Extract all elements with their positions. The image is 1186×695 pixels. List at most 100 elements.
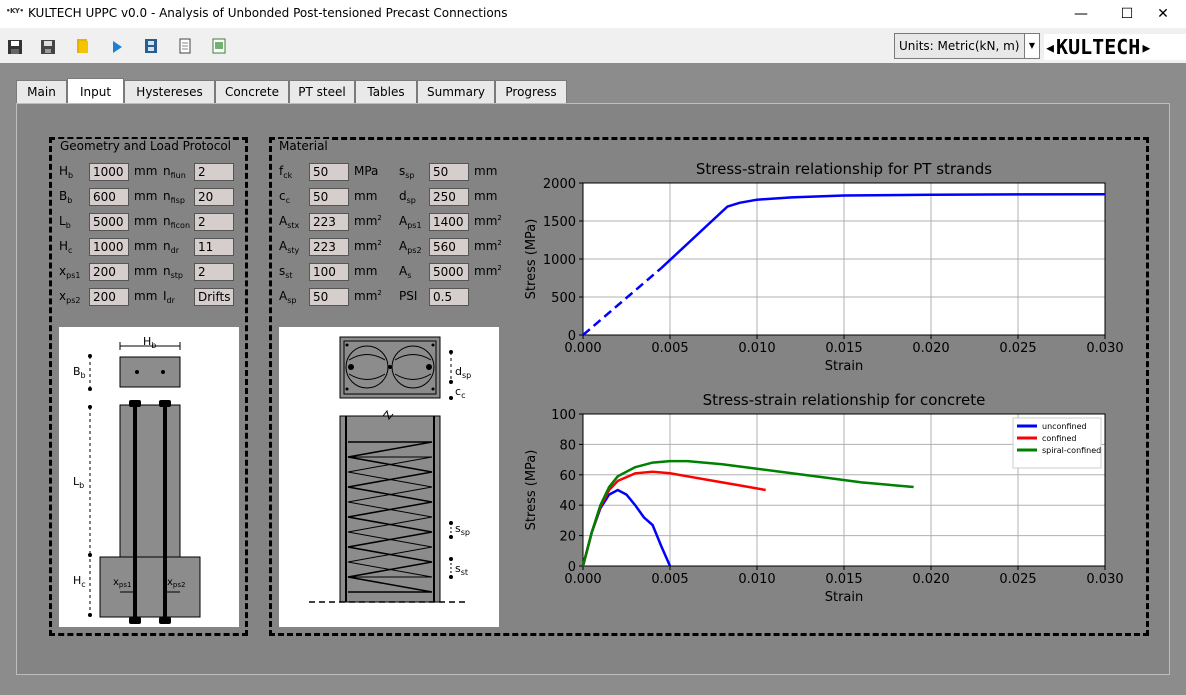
mat-input-4-a[interactable]: 100 [309, 263, 349, 281]
geo-input-5-b[interactable]: Drifts [194, 288, 234, 306]
geo-unit-4: mm [134, 264, 158, 278]
geo-unit-0: mm [134, 164, 158, 178]
x-tick-label: 0.015 [825, 341, 862, 356]
legend-entry: spiral-confined [1042, 446, 1101, 455]
mat-input-1-b[interactable]: 250 [429, 188, 469, 206]
y-tick-label: 100 [551, 408, 576, 423]
mat-input-4-b[interactable]: 5000 [429, 263, 469, 281]
mat-input-0-a[interactable]: 50 [309, 163, 349, 181]
mat-input-2-b[interactable]: 1400 [429, 213, 469, 231]
geo-input-3-a[interactable]: 1000 [89, 238, 129, 256]
chevron-down-icon[interactable]: ▼ [1024, 34, 1039, 58]
ssp-label: ssp [455, 522, 470, 537]
geo-input-2-b[interactable]: 2 [194, 213, 234, 231]
chart-title: Stress-strain relationship for PT strand… [696, 160, 992, 178]
x-tick-label: 0.010 [738, 572, 775, 587]
x-tick-label: 0.030 [1086, 341, 1123, 356]
mat-unit-4-a: mm [354, 264, 378, 278]
geo-input-4-b[interactable]: 2 [194, 263, 234, 281]
kultech-logo: ◂KULTECH▸ [1044, 34, 1186, 60]
geo-input-0-b[interactable]: 2 [194, 163, 234, 181]
mat-label-1-b: dsp [399, 189, 416, 205]
mat-input-3-b[interactable]: 560 [429, 238, 469, 256]
mat-input-0-b[interactable]: 50 [429, 163, 469, 181]
column-geometry-drawing: Hb Bb Lb Hc xps1 xps2 [59, 327, 239, 627]
close-button[interactable]: ✕ [1140, 0, 1186, 28]
geo-unit-2: mm [134, 214, 158, 228]
x-tick-label: 0.010 [738, 341, 775, 356]
x-tick-label: 0.015 [825, 572, 862, 587]
mat-label-3-a: Asty [279, 239, 300, 255]
geo-label-0: Hb [59, 164, 74, 180]
geo-unit-1: mm [134, 189, 158, 203]
geo-input-4-a[interactable]: 200 [89, 263, 129, 281]
legend-entry: unconfined [1042, 422, 1087, 431]
x-tick-label: 0.025 [999, 572, 1036, 587]
tab-concrete[interactable]: Concrete [215, 80, 289, 103]
mat-label-5-b: PSI [399, 289, 418, 303]
y-tick-label: 500 [551, 291, 576, 306]
x-tick-label: 0.005 [651, 572, 688, 587]
open-folder-icon[interactable] [75, 38, 91, 54]
hc-label: Hc [73, 574, 86, 589]
bb-label: Bb [73, 365, 86, 380]
geo-input-0-a[interactable]: 1000 [89, 163, 129, 181]
tab-hystereses[interactable]: Hystereses [124, 80, 215, 103]
cc-label: cc [455, 385, 465, 400]
tab-input[interactable]: Input [67, 78, 124, 103]
y-tick-label: 80 [559, 438, 576, 453]
mat-input-2-a[interactable]: 223 [309, 213, 349, 231]
mat-input-3-a[interactable]: 223 [309, 238, 349, 256]
mat-label-0-a: fck [279, 164, 293, 180]
mat-label-3-b: Aps2 [399, 239, 422, 255]
geo-label-5: xps2 [59, 289, 81, 305]
geo-label-1: Bb [59, 189, 73, 205]
geo-label-2: Lb [59, 214, 71, 230]
save-as-icon[interactable] [40, 39, 56, 55]
pt-strand-chart: Stress-strain relationship for PT strand… [524, 160, 1124, 374]
y-tick-label: 0 [568, 329, 576, 344]
geo-input-1-a[interactable]: 600 [89, 188, 129, 206]
mat-label-1-a: cc [279, 189, 291, 205]
save-icon[interactable] [7, 39, 23, 55]
tab-progress[interactable]: Progress [495, 80, 567, 103]
units-value: Units: Metric(kN, m) [899, 39, 1020, 53]
mat-input-5-b[interactable]: 0.5 [429, 288, 469, 306]
report-icon[interactable] [211, 38, 227, 54]
y-axis-label: Stress (MPa) [524, 450, 539, 531]
sst-label: sst [455, 562, 468, 577]
mat-label-5-a: Asp [279, 289, 297, 305]
run-icon[interactable] [109, 39, 125, 55]
geo-label-2-b: nficon [163, 214, 191, 230]
x-tick-label: 0.030 [1086, 572, 1123, 587]
tab-main[interactable]: Main [16, 80, 67, 103]
geo-input-5-a[interactable]: 200 [89, 288, 129, 306]
mat-unit-1-b: mm [474, 189, 498, 203]
x-tick-label: 0.005 [651, 341, 688, 356]
units-select[interactable]: Units: Metric(kN, m) ▼ [894, 33, 1040, 59]
film-icon[interactable] [143, 38, 159, 54]
tab-tables[interactable]: Tables [355, 80, 417, 103]
window-title: KULTECH UPPC v0.0 - Analysis of Unbonded… [28, 6, 508, 20]
dsp-label: dsp [455, 365, 471, 380]
geo-label-3: Hc [59, 239, 73, 255]
mat-input-5-a[interactable]: 50 [309, 288, 349, 306]
material-group-title: Material [277, 139, 330, 153]
hb-label: Hb [143, 335, 156, 350]
geo-label-4-b: nstp [163, 264, 183, 280]
title-bar: •KY• KULTECH UPPC v0.0 - Analysis of Unb… [0, 0, 1186, 28]
tab-pt-steel[interactable]: PT steel [289, 80, 355, 103]
geo-label-1-b: nfisp [163, 189, 185, 205]
mat-input-1-a[interactable]: 50 [309, 188, 349, 206]
document-icon[interactable] [177, 38, 193, 54]
geo-input-2-a[interactable]: 5000 [89, 213, 129, 231]
tab-summary[interactable]: Summary [417, 80, 495, 103]
y-tick-label: 1500 [543, 215, 576, 230]
y-axis-label: Stress (MPa) [524, 219, 539, 300]
mat-unit-3-a: mm2 [354, 239, 382, 253]
geo-input-3-b[interactable]: 11 [194, 238, 234, 256]
y-tick-label: 40 [559, 499, 576, 514]
geo-input-1-b[interactable]: 20 [194, 188, 234, 206]
chart-title: Stress-strain relationship for concrete [703, 391, 986, 409]
minimize-button[interactable]: — [1058, 0, 1104, 28]
